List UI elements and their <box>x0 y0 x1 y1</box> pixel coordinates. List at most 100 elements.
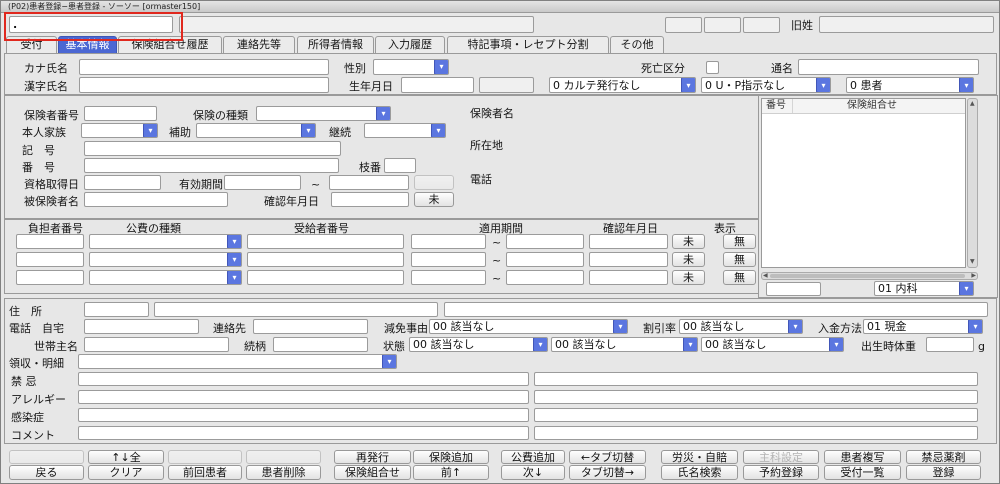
payment-method-select[interactable]: 01 現金▾ <box>863 319 983 334</box>
kohi-confirm-input-1[interactable] <box>589 234 668 249</box>
period-from-input-2[interactable] <box>411 252 486 267</box>
reissue-button[interactable]: 再発行 <box>334 450 411 464</box>
next-button[interactable]: 次↓ <box>501 465 565 480</box>
karte-issue-select[interactable]: 0 カルテ発行なし▾ <box>549 77 696 93</box>
insurance-combination-button[interactable]: 保険組合せ <box>334 465 411 480</box>
subsidy-select[interactable]: ▾ <box>196 123 316 138</box>
kanji-name-input[interactable] <box>79 77 329 93</box>
department-select[interactable]: 01 内科▾ <box>874 281 974 296</box>
back-button[interactable]: 戻る <box>9 465 84 480</box>
tab-income-info[interactable]: 所得者情報 <box>297 36 374 54</box>
allergy-input-1[interactable] <box>78 390 529 404</box>
kohi-confirm-input-2[interactable] <box>589 252 668 267</box>
prev-button[interactable]: 前↑ <box>413 465 489 480</box>
recipient-number-input-3[interactable] <box>247 270 404 285</box>
previous-patient-button[interactable]: 前回患者 <box>168 465 242 480</box>
tab-switch-left-button[interactable]: ←タブ切替 <box>569 450 646 464</box>
qualification-date-input[interactable] <box>84 175 161 190</box>
kohi-unconfirmed-button-3[interactable]: 未 <box>672 270 705 285</box>
up-instruction-select[interactable]: 0 U・P指示なし▾ <box>701 77 831 93</box>
infection-input-1[interactable] <box>78 408 529 422</box>
period-to-input-3[interactable] <box>506 270 584 285</box>
state-select-1[interactable]: 00 該当なし▾ <box>409 337 548 352</box>
period-to-input-1[interactable] <box>506 234 584 249</box>
kohi-unconfirmed-button-2[interactable]: 未 <box>672 252 705 267</box>
reception-list-button[interactable]: 受付一覧 <box>824 465 901 480</box>
copy-patient-button[interactable]: 患者複写 <box>824 450 901 464</box>
contact-phone-input[interactable] <box>253 319 368 334</box>
period-from-input-3[interactable] <box>411 270 486 285</box>
comment-input-1[interactable] <box>78 426 529 440</box>
state-select-3[interactable]: 00 該当なし▾ <box>701 337 844 352</box>
confirm-date-input[interactable] <box>331 192 409 207</box>
householder-input[interactable] <box>84 337 229 352</box>
receipt-select[interactable]: ▾ <box>78 354 397 369</box>
payer-number-input-2[interactable] <box>16 252 84 267</box>
unconfirmed-button[interactable]: 未 <box>414 192 454 207</box>
birth-weight-input[interactable] <box>926 337 974 352</box>
tab-special-notes[interactable]: 特記事項・レセプト分割 <box>447 36 609 54</box>
tab-other[interactable]: その他 <box>610 36 664 54</box>
old-name-field[interactable] <box>819 16 994 33</box>
updown-all-button[interactable]: ↑↓全 <box>88 450 164 464</box>
insurance-combination-list[interactable]: 番号 保険組合せ <box>761 98 966 268</box>
kohi-none-button-3[interactable]: 無 <box>723 270 756 285</box>
number-input[interactable] <box>84 158 339 173</box>
address-input[interactable] <box>154 302 438 317</box>
kohi-type-select-2[interactable]: ▾ <box>89 252 242 267</box>
kohi-confirm-input-3[interactable] <box>589 270 668 285</box>
list-horizontal-scrollbar[interactable]: ◀ ▶ <box>761 272 978 280</box>
insurer-number-input[interactable] <box>84 106 157 121</box>
insurance-type-select[interactable]: ▾ <box>256 106 391 121</box>
tab-switch-right-button[interactable]: タブ切替→ <box>569 465 646 480</box>
infection-input-2[interactable] <box>534 408 978 422</box>
continuation-select[interactable]: ▾ <box>364 123 446 138</box>
alias-input[interactable] <box>798 59 979 75</box>
postal-code-input[interactable] <box>84 302 149 317</box>
sex-select[interactable]: ▾ <box>373 59 449 75</box>
name-search-button[interactable]: 氏名検索 <box>661 465 738 480</box>
birth-date-input[interactable] <box>401 77 474 93</box>
rosai-jibai-button[interactable]: 労災・自賠 <box>661 450 738 464</box>
state-select-2[interactable]: 00 該当なし▾ <box>551 337 698 352</box>
valid-to-input[interactable] <box>329 175 409 190</box>
kohi-none-button-2[interactable]: 無 <box>723 252 756 267</box>
register-button[interactable]: 登録 <box>906 465 981 480</box>
branch-input[interactable] <box>384 158 416 173</box>
period-to-input-2[interactable] <box>506 252 584 267</box>
address-detail-input[interactable] <box>444 302 988 317</box>
period-from-input-1[interactable] <box>411 234 486 249</box>
clear-button[interactable]: クリア <box>88 465 164 480</box>
payer-number-input-1[interactable] <box>16 234 84 249</box>
symbol-input[interactable] <box>84 141 341 156</box>
add-insurance-button[interactable]: 保険追加 <box>413 450 489 464</box>
contraindicated-drug-button[interactable]: 禁忌薬剤 <box>906 450 981 464</box>
kohi-type-select-3[interactable]: ▾ <box>89 270 242 285</box>
contraindication-input-1[interactable] <box>78 372 529 386</box>
discount-select[interactable]: 00 該当なし▾ <box>679 319 803 334</box>
list-vertical-scrollbar[interactable]: ▲ ▼ <box>967 98 978 268</box>
recipient-number-input-1[interactable] <box>247 234 404 249</box>
kohi-type-select-1[interactable]: ▾ <box>89 234 242 249</box>
reservation-button[interactable]: 予約登録 <box>743 465 819 480</box>
comment-input-2[interactable] <box>534 426 978 440</box>
payer-number-input-3[interactable] <box>16 270 84 285</box>
relationship-input[interactable] <box>273 337 368 352</box>
reduction-select[interactable]: 00 該当なし▾ <box>429 319 628 334</box>
tab-input-history[interactable]: 入力履歴 <box>375 36 445 54</box>
death-checkbox[interactable] <box>706 61 719 74</box>
add-kohi-button[interactable]: 公費追加 <box>501 450 565 464</box>
phone-home-input[interactable] <box>84 319 199 334</box>
kohi-unconfirmed-button-1[interactable]: 未 <box>672 234 705 249</box>
delete-patient-button[interactable]: 患者削除 <box>246 465 321 480</box>
tab-contacts[interactable]: 連絡先等 <box>223 36 295 54</box>
kohi-none-button-1[interactable]: 無 <box>723 234 756 249</box>
contraindication-input-2[interactable] <box>534 372 978 386</box>
kana-name-input[interactable] <box>79 59 329 75</box>
relation-select[interactable]: ▾ <box>81 123 158 138</box>
recipient-number-input-2[interactable] <box>247 252 404 267</box>
patient-type-select[interactable]: 0 患者▾ <box>846 77 974 93</box>
combination-number-input[interactable] <box>766 282 821 296</box>
insured-name-input[interactable] <box>84 192 228 207</box>
valid-from-input[interactable] <box>224 175 301 190</box>
